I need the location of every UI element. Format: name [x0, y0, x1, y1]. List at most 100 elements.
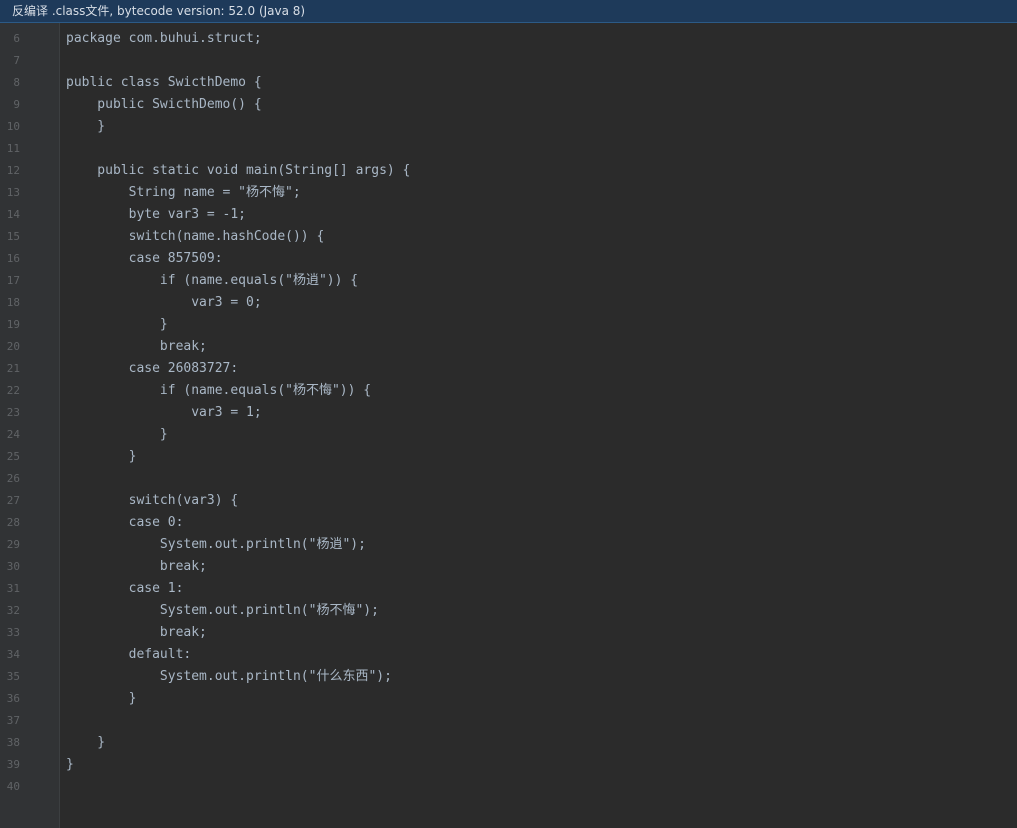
code-line[interactable]: 23 var3 = 1;: [0, 402, 1017, 424]
code-line[interactable]: 18 var3 = 0;: [0, 292, 1017, 314]
code-text: case 26083727:: [66, 361, 239, 376]
banner-text: 反编译 .class文件, bytecode version: 52.0 (Ja…: [12, 4, 306, 18]
line-number: 36: [6, 692, 20, 705]
decompiled-class-banner: 反编译 .class文件, bytecode version: 52.0 (Ja…: [0, 0, 1017, 23]
code-text: System.out.println("杨逍");: [66, 537, 366, 552]
code-text: switch(var3) {: [66, 493, 239, 508]
code-text: }: [66, 119, 106, 134]
code-line[interactable]: 39}: [0, 754, 1017, 776]
code-text: break;: [66, 559, 207, 574]
line-number: 10: [6, 120, 20, 133]
code-line[interactable]: 17 if (name.equals("杨逍")) {: [0, 270, 1017, 292]
code-line[interactable]: 36 }: [0, 688, 1017, 710]
code-text: package com.buhui.struct;: [66, 31, 262, 46]
code-line[interactable]: 10 }: [0, 116, 1017, 138]
code-text: break;: [66, 339, 207, 354]
code-line[interactable]: 12 public static void main(String[] args…: [0, 160, 1017, 182]
code-line[interactable]: 22 if (name.equals("杨不悔")) {: [0, 380, 1017, 402]
code-text: if (name.equals("杨逍")) {: [66, 273, 359, 288]
code-line[interactable]: 32 System.out.println("杨不悔");: [0, 600, 1017, 622]
code-line[interactable]: 26: [0, 468, 1017, 490]
code-line[interactable]: 40: [0, 776, 1017, 798]
code-text: var3 = 0;: [66, 295, 262, 310]
code-text: }: [66, 735, 106, 750]
code-text: break;: [66, 625, 207, 640]
code-line[interactable]: 31 case 1:: [0, 578, 1017, 600]
code-line[interactable]: 13 String name = "杨不悔";: [0, 182, 1017, 204]
line-number: 8: [13, 76, 20, 89]
line-number: 9: [13, 98, 20, 111]
line-number: 24: [6, 428, 20, 441]
code-text: byte var3 = -1;: [66, 207, 247, 222]
line-number: 17: [6, 274, 20, 287]
line-number: 30: [6, 560, 20, 573]
code-text: System.out.println("杨不悔");: [66, 603, 379, 618]
line-number: 34: [6, 648, 20, 661]
code-line[interactable]: 33 break;: [0, 622, 1017, 644]
line-number: 22: [6, 384, 20, 397]
code-line[interactable]: 11: [0, 138, 1017, 160]
code-text: }: [66, 317, 168, 332]
code-line[interactable]: 35 System.out.println("什么东西");: [0, 666, 1017, 688]
code-text: case 1:: [66, 581, 184, 596]
code-line[interactable]: 9 public SwicthDemo() {: [0, 94, 1017, 116]
code-line[interactable]: 34 default:: [0, 644, 1017, 666]
code-text: }: [66, 449, 137, 464]
code-text: public class SwicthDemo {: [66, 75, 262, 90]
line-number: 31: [6, 582, 20, 595]
code-text: var3 = 1;: [66, 405, 262, 420]
line-number: 26: [6, 472, 20, 485]
code-text: public SwicthDemo() {: [66, 97, 262, 112]
code-text: System.out.println("什么东西");: [66, 669, 392, 684]
line-number: 37: [6, 714, 20, 727]
code-line[interactable]: 28 case 0:: [0, 512, 1017, 534]
line-number: 33: [6, 626, 20, 639]
code-line[interactable]: 15 switch(name.hashCode()) {: [0, 226, 1017, 248]
line-number: 15: [6, 230, 20, 243]
code-text: case 0:: [66, 515, 184, 530]
line-number: 7: [13, 54, 20, 67]
code-line[interactable]: 37: [0, 710, 1017, 732]
code-line[interactable]: 7: [0, 50, 1017, 72]
code-line[interactable]: 29 System.out.println("杨逍");: [0, 534, 1017, 556]
code-line[interactable]: 16 case 857509:: [0, 248, 1017, 270]
code-text: public static void main(String[] args) {: [66, 163, 411, 178]
line-number: 27: [6, 494, 20, 507]
line-number: 40: [6, 780, 20, 793]
line-number: 19: [6, 318, 20, 331]
code-line[interactable]: 21 case 26083727:: [0, 358, 1017, 380]
code-line[interactable]: 24 }: [0, 424, 1017, 446]
line-number: 32: [6, 604, 20, 617]
line-number: 25: [6, 450, 20, 463]
code-text: case 857509:: [66, 251, 223, 266]
code-text: default:: [66, 647, 192, 662]
code-text: }: [66, 691, 137, 706]
line-number: 16: [6, 252, 20, 265]
code-text: String name = "杨不悔";: [66, 185, 301, 200]
code-line[interactable]: 8 public class SwicthDemo {: [0, 72, 1017, 94]
code-line[interactable]: 30 break;: [0, 556, 1017, 578]
code-line[interactable]: 14 byte var3 = -1;: [0, 204, 1017, 226]
code-line[interactable]: 38 }: [0, 732, 1017, 754]
code-text: if (name.equals("杨不悔")) {: [66, 383, 372, 398]
line-number: 28: [6, 516, 20, 529]
line-number: 20: [6, 340, 20, 353]
code-line[interactable]: 25 }: [0, 446, 1017, 468]
code-line[interactable]: 27 switch(var3) {: [0, 490, 1017, 512]
line-number: 18: [6, 296, 20, 309]
line-number: 14: [6, 208, 20, 221]
line-number: 35: [6, 670, 20, 683]
line-number: 39: [6, 758, 20, 771]
code-line[interactable]: 19 }: [0, 314, 1017, 336]
line-number: 23: [6, 406, 20, 419]
line-number: 11: [6, 142, 20, 155]
line-number: 12: [6, 164, 20, 177]
code-line[interactable]: 6 package com.buhui.struct;: [0, 28, 1017, 50]
line-number: 13: [6, 186, 20, 199]
code-line[interactable]: 20 break;: [0, 336, 1017, 358]
code-text: }: [66, 427, 168, 442]
code-text: }: [66, 757, 74, 772]
line-number: 21: [6, 362, 20, 375]
line-number: 6: [13, 32, 20, 45]
line-number: 38: [6, 736, 20, 749]
